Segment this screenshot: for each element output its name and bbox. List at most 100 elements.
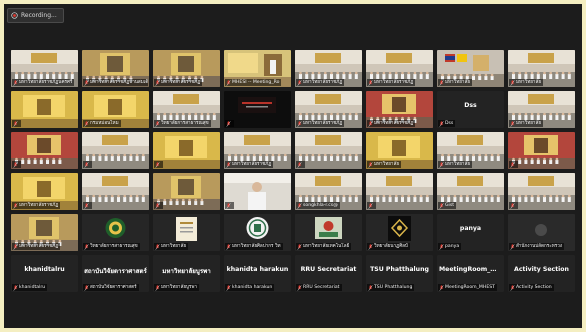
participant-name-text: มหาวิทยาลัยราชภัฏ — [303, 121, 343, 126]
mic-muted-icon — [84, 284, 89, 291]
participant-tile[interactable] — [295, 132, 362, 169]
mic-muted-icon — [368, 202, 373, 209]
mic-muted-icon — [13, 202, 18, 209]
mic-muted-icon — [13, 284, 18, 291]
participant-display-name: khanidtalru — [24, 266, 65, 273]
participant-tile[interactable]: กรมหม่อนไหม — [82, 91, 149, 128]
participant-video — [366, 173, 433, 210]
participant-name-label: TSU Phatthalung — [367, 284, 415, 291]
participant-tile[interactable] — [82, 173, 149, 210]
participant-tile[interactable]: สำนักงานปลัดกระทรวง — [508, 214, 575, 251]
mic-muted-icon — [226, 161, 231, 168]
participant-tile[interactable]: มหาวิทยาลัยศิลปากร วิท — [224, 214, 291, 251]
participant-display-name: khanidta harakun — [226, 266, 289, 273]
mic-muted-icon — [84, 202, 89, 209]
participant-display-name: TSU Phatthalung — [370, 266, 429, 273]
participant-tile[interactable]: วิทยาลัยนาฏศิลป์ — [366, 214, 433, 251]
participant-tile[interactable]: มหาวิทยาลัยราชภัฏ — [11, 214, 78, 251]
participant-video — [508, 173, 575, 210]
mic-muted-icon — [84, 120, 89, 127]
participant-tile[interactable] — [508, 132, 575, 169]
participant-name-text: มหาวิทยาลัย — [161, 244, 187, 249]
participant-tile[interactable]: มหาวิทยาลัยราชภัฏ — [153, 50, 220, 87]
participant-name-text: มหาวิทยาลัย — [516, 121, 542, 126]
participant-tile[interactable]: มหาวิทยาลัย — [366, 132, 433, 169]
participant-tile[interactable] — [366, 173, 433, 210]
participant-tile[interactable]: khanidta harakun khanidta harakun — [224, 255, 291, 292]
participant-name-text: สถาบันวิจัยดาราศาสตร์ — [90, 285, 137, 290]
mic-muted-icon — [297, 202, 302, 209]
participant-name-label: Dss — [438, 120, 456, 127]
participant-tile[interactable] — [508, 173, 575, 210]
participant-tile[interactable]: มหาวิทยาลัย — [508, 91, 575, 128]
mic-muted-icon — [510, 120, 515, 127]
participant-name-text: มหาวิทยาลัยเทคโนโลยี — [303, 244, 350, 249]
participant-name-label: มหาวิทยาลัยราชภัฏ — [154, 79, 203, 86]
participant-name-label: Activity Section — [509, 284, 554, 291]
participant-tile[interactable] — [224, 173, 291, 210]
participant-name-label: มหาวิทยาลัย — [154, 243, 189, 250]
participant-name-label: songkhla-r.cs@ — [296, 202, 340, 209]
participant-tile[interactable]: MeetingRoom_MHEST MeetingRoom_MHEST — [437, 255, 504, 292]
participant-tile[interactable]: RRU Secretariat RRU Secretariat — [295, 255, 362, 292]
participant-tile[interactable] — [11, 132, 78, 169]
participant-tile[interactable]: สถาบันวิจัยดาราศาสตร์ สถาบันวิจัยดาราศาสต… — [82, 255, 149, 292]
mic-muted-icon — [226, 120, 231, 127]
recording-indicator[interactable]: Recording... — [7, 8, 64, 23]
participant-tile[interactable]: songkhla-r.cs@ — [295, 173, 362, 210]
participant-name-label: มหาวิทยาลัย — [509, 120, 544, 127]
participant-tile[interactable]: Gist — [437, 173, 504, 210]
participant-video — [224, 91, 291, 128]
participant-tile[interactable]: มหาวิทยาลัย — [508, 50, 575, 87]
participant-tile[interactable]: วิทยาลัยการสาธารณสุข — [82, 214, 149, 251]
participant-tile[interactable]: Activity Section Activity Section — [508, 255, 575, 292]
participant-tile[interactable] — [153, 173, 220, 210]
participant-tile[interactable]: มหาวิทยาลัย — [437, 132, 504, 169]
participant-tile[interactable]: มหาวิทยาลัยราชภัฏ — [11, 173, 78, 210]
participant-tile[interactable]: มหาวิทยาลัย — [437, 50, 504, 87]
participant-tile[interactable]: มหาวิทยาลัยราชภัฏ — [295, 91, 362, 128]
participant-tile[interactable]: มหาวิทยาลัยราชภัฏนครศรี — [11, 50, 78, 87]
mic-muted-icon — [297, 284, 302, 291]
participant-name-label: มหาวิทยาลัยศิลปากร วิท — [225, 243, 283, 250]
participant-tile[interactable] — [82, 132, 149, 169]
participant-name-text: khanidtalru — [19, 285, 46, 290]
participant-tile[interactable]: มหาวิทยาลัยบูรพา มหาวิทยาลัยบูรพา — [153, 255, 220, 292]
participant-name-text: มหาวิทยาลัย — [445, 80, 471, 85]
participant-name-label: มหาวิทยาลัยราชภัฏ — [296, 79, 345, 86]
participant-display-name: panya — [459, 225, 482, 232]
participant-name-text: มหาวิทยาลัยราชภัฏ — [232, 162, 272, 167]
participant-name-label: มหาวิทยาลัย — [438, 79, 473, 86]
participant-tile[interactable]: TSU Phatthalung TSU Phatthalung — [366, 255, 433, 292]
participant-tile[interactable]: มหาวิทยาลัยราชภัฏ — [366, 50, 433, 87]
participant-tile[interactable]: มหาวิทยาลัย — [153, 214, 220, 251]
participant-tile[interactable]: Dss Dss — [437, 91, 504, 128]
participant-name-text: MHESI -- Meeting_Ro — [232, 80, 280, 85]
participant-tile[interactable]: มหาวิทยาลัยราชภัฏ — [295, 50, 362, 87]
participant-tile[interactable] — [153, 132, 220, 169]
mic-muted-icon — [439, 284, 444, 291]
mic-muted-icon — [155, 243, 160, 250]
participant-tile[interactable]: MHESI -- Meeting_Ro — [224, 50, 291, 87]
participant-tile[interactable] — [11, 91, 78, 128]
participant-name-label: มหาวิทยาลัยราชภัฏ — [12, 202, 61, 209]
participant-tile[interactable]: มหาวิทยาลัยเทคโนโลยี — [295, 214, 362, 251]
participant-tile[interactable]: มหาวิทยาลัยราชภัฏบ้านสมเด็จ — [82, 50, 149, 87]
participant-video — [153, 132, 220, 169]
participant-name-label — [225, 120, 234, 127]
participant-tile[interactable]: วิทยาลัยการสาธารณสุข — [153, 91, 220, 128]
participant-tile[interactable]: มหาวิทยาลัยราชภัฏ — [224, 132, 291, 169]
participant-tile[interactable]: มหาวิทยาลัยราชภัฏ — [366, 91, 433, 128]
participant-name-text: Gist — [445, 203, 455, 208]
participant-video — [11, 132, 78, 169]
participant-tile[interactable]: khanidtalru khanidtalru — [11, 255, 78, 292]
participant-tile[interactable] — [224, 91, 291, 128]
participant-name-text: RRU Secretariat — [303, 285, 340, 290]
mic-muted-icon — [155, 120, 160, 127]
participant-name-text: มหาวิทยาลัยราชภัฏ — [19, 203, 59, 208]
participant-tile[interactable]: panya panya — [437, 214, 504, 251]
participant-name-text: มหาวิทยาลัยราชภัฏ — [374, 80, 414, 85]
mic-muted-icon — [84, 79, 89, 86]
participant-video — [295, 132, 362, 169]
participant-display-name: Dss — [464, 102, 477, 109]
